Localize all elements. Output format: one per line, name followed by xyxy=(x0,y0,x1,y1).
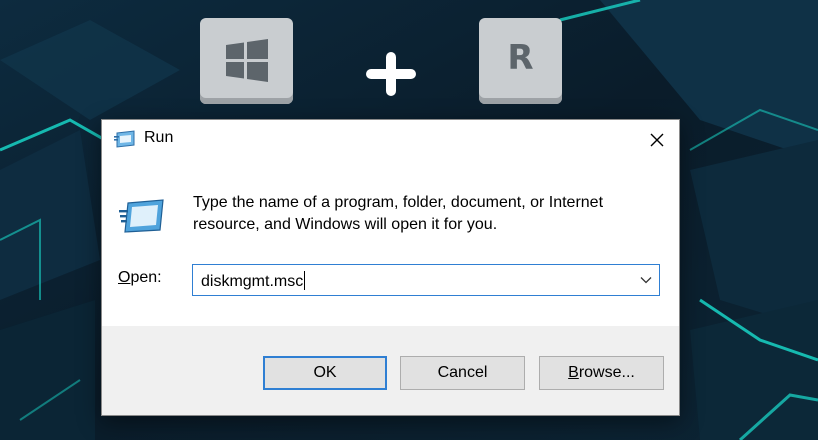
dialog-description: Type the name of a program, folder, docu… xyxy=(193,194,604,233)
open-input[interactable]: diskmgmt.msc xyxy=(201,271,306,291)
ok-button[interactable]: OK xyxy=(263,356,387,390)
browse-button-text: rowse... xyxy=(578,364,635,381)
ok-button-label: OK xyxy=(313,364,337,381)
text-caret xyxy=(304,271,306,290)
r-key: R xyxy=(479,18,562,104)
title-bar[interactable]: Run xyxy=(102,120,679,158)
browse-button-label: Browse... xyxy=(568,364,635,382)
dialog-title: Run xyxy=(144,129,174,146)
windows-key xyxy=(200,18,293,104)
open-label-text: pen: xyxy=(130,269,162,286)
close-button[interactable] xyxy=(645,128,669,152)
plus-icon xyxy=(366,52,416,96)
browse-accelerator: B xyxy=(568,364,579,381)
cancel-button[interactable]: Cancel xyxy=(400,356,525,390)
run-program-icon xyxy=(119,199,164,233)
open-combobox[interactable]: diskmgmt.msc xyxy=(192,264,660,296)
windows-logo-icon xyxy=(225,39,268,82)
close-icon xyxy=(650,133,664,147)
r-key-label: R xyxy=(507,38,534,78)
open-label: Open: xyxy=(118,269,162,287)
run-app-icon xyxy=(114,130,135,148)
cancel-button-label: Cancel xyxy=(437,364,488,381)
open-label-accelerator: O xyxy=(118,269,131,286)
open-input-value: diskmgmt.msc xyxy=(201,273,304,290)
chevron-down-icon[interactable] xyxy=(639,273,653,287)
run-dialog: Run Type the name of a program, folder, … xyxy=(101,119,680,416)
browse-button[interactable]: Browse... xyxy=(539,356,664,390)
